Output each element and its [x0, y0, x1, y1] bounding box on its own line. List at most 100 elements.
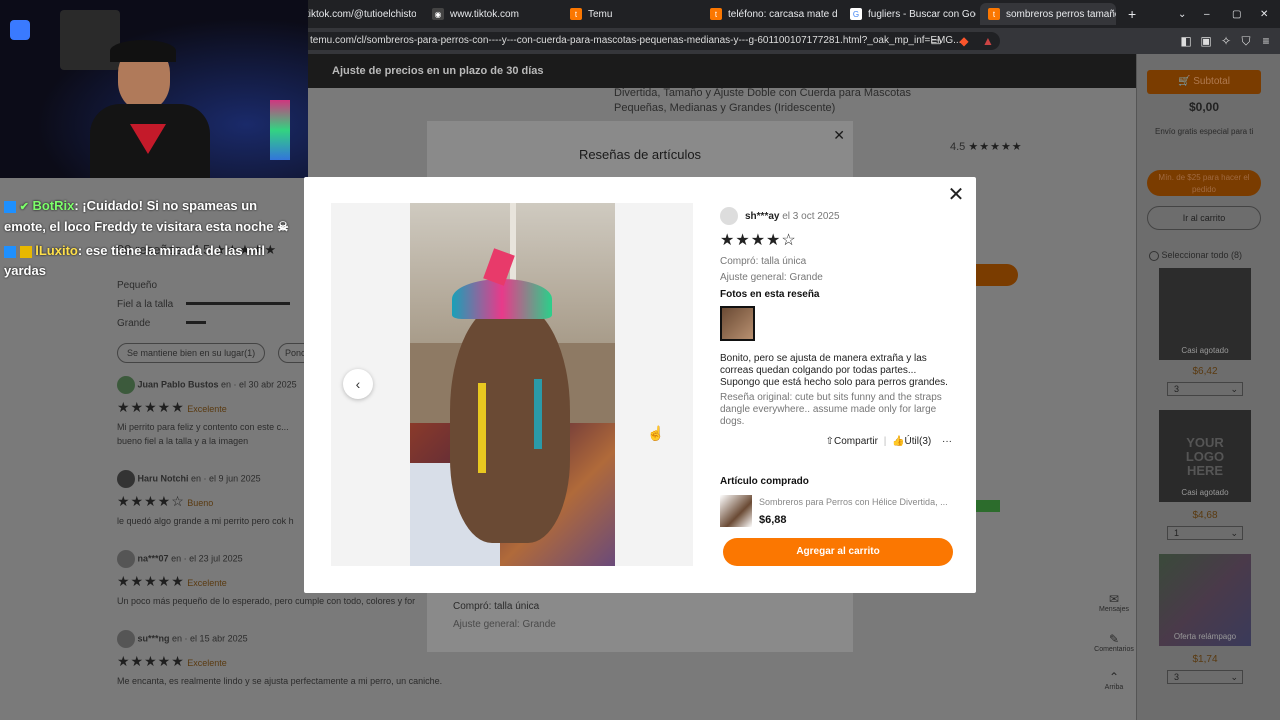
bought-variant: Compró: talla única: [720, 256, 807, 267]
review-item: Haru Notchi en · el 9 jun 2025 ★★★★☆ Bue…: [117, 470, 307, 528]
chat-icon: ✉: [1108, 592, 1120, 606]
fit-small: Pequeño: [117, 280, 158, 291]
back-to-top-button[interactable]: ⌃ Arriba: [1094, 670, 1134, 691]
more-options-icon[interactable]: ···: [942, 436, 952, 447]
review-photo[interactable]: [410, 203, 615, 566]
chevron-down-icon: ⌄: [1230, 528, 1238, 538]
photo-thumbnail[interactable]: [720, 306, 755, 341]
filter-chip[interactable]: Se mantiene bien en su lugar(1): [117, 343, 266, 363]
close-icon[interactable]: ✕: [946, 185, 966, 205]
review-stars: ★★★★☆: [720, 232, 797, 249]
photo-viewer: ‹: [331, 203, 693, 566]
verified-icon: ✔: [19, 201, 29, 213]
tab-label: sombreros perros tamaño: [1006, 8, 1116, 20]
close-window-icon[interactable]: ✕: [1252, 3, 1270, 25]
subtotal-button[interactable]: 🛒 Subtotal: [1147, 70, 1261, 94]
reviewer-row: sh***ay el 3 oct 2025: [720, 207, 952, 225]
sidebar-icon[interactable]: ◧: [1178, 33, 1194, 49]
photo-strap: [478, 383, 486, 473]
photo-strap: [534, 379, 542, 449]
product-rating: 4.5 ★★★★★: [950, 141, 1023, 153]
cart-amount: $0,00: [1188, 100, 1220, 114]
flash-sale-badge: Oferta relámpago: [1173, 632, 1237, 641]
tab-telefono[interactable]: t teléfono: carcasa mate divertida: [702, 3, 838, 25]
maximize-icon[interactable]: ▢: [1224, 3, 1242, 25]
thumbs-up-icon: 👍: [892, 436, 905, 447]
messages-button[interactable]: ✉ Mensajes: [1094, 592, 1134, 613]
review-item: Juan Pablo Bustos en · el 30 abr 2025 ★★…: [117, 376, 307, 448]
chevron-down-icon[interactable]: ⌄: [1170, 3, 1188, 25]
tab-tiktok-profile[interactable]: tiktok.com/@tutioelchistoso/v: [298, 3, 416, 25]
tab-label: www.tiktok.com: [450, 8, 519, 20]
comments-button[interactable]: ✎ Comentarios: [1094, 632, 1134, 653]
brave-shield-icon[interactable]: ◆: [956, 33, 972, 49]
vpn-icon[interactable]: ⛉: [1238, 33, 1254, 49]
photos-label: Fotos en esta reseña: [720, 289, 820, 300]
min-order-note: Mín. de $25 para hacer el pedido: [1147, 170, 1261, 196]
tab-label: fugliers - Buscar con Google: [868, 8, 976, 20]
chevron-down-icon: ⌄: [1230, 384, 1238, 394]
fit-large: Grande: [117, 318, 151, 329]
review-detail: sh***ay el 3 oct 2025 ★★★★☆ Compró: tall…: [720, 207, 952, 447]
purchased-product-image[interactable]: [720, 495, 752, 527]
edit-icon: ✎: [1108, 632, 1120, 646]
prev-photo-button[interactable]: ‹: [343, 369, 373, 399]
tab-label: teléfono: carcasa mate divertida: [728, 8, 838, 20]
url-field[interactable]: temu.com/cl/sombreros-para-perros-con---…: [300, 32, 1000, 50]
go-cart-button[interactable]: Ir al carrito: [1147, 206, 1261, 230]
overall-fit: Ajuste general: Grande: [720, 272, 823, 283]
tab-sombreros[interactable]: tsombreros perros tamaño✕: [980, 3, 1116, 25]
cart-icon: 🛒: [1178, 76, 1191, 87]
temu-icon: t: [570, 8, 582, 20]
leo-icon[interactable]: ✧: [1218, 33, 1234, 49]
select-all[interactable]: Seleccionar todo (8): [1149, 250, 1242, 261]
tab-temu[interactable]: t Temu: [562, 3, 700, 25]
review-date: el 3 oct 2025: [782, 210, 840, 222]
purchased-product-name[interactable]: Sombreros para Perros con Hélice Diverti…: [759, 497, 955, 507]
cart-item-price: $4,68: [1192, 510, 1218, 521]
chat-message: lLuxito: ese tiene la mirada de las mil …: [0, 241, 300, 281]
skull-icon: ☠: [277, 219, 289, 234]
rgb-light: [270, 100, 290, 160]
wallet-icon[interactable]: ▣: [1198, 33, 1214, 49]
hand-cursor-icon: ☝: [647, 425, 665, 441]
temu-icon: t: [710, 8, 722, 20]
add-to-cart-button[interactable]: Agregar al carrito: [723, 538, 953, 566]
fit-info: Ajuste general: Grande: [453, 619, 556, 630]
quantity-select[interactable]: 3 ⌄: [1167, 382, 1243, 396]
tab-google[interactable]: Gfugliers - Buscar con Google: [842, 3, 976, 25]
cast-icon[interactable]: ▭: [928, 33, 944, 49]
chevron-down-icon: ⌄: [1230, 672, 1238, 682]
purchased-product-price: $6,88: [759, 514, 787, 526]
free-ship-note: Envío gratis especial para ti: [1155, 127, 1254, 136]
avatar: [720, 207, 738, 225]
reviewer-name: sh***ay: [745, 210, 780, 222]
stock-badge: Casi agotado: [1181, 346, 1229, 355]
share-button[interactable]: ⇧Compartir: [826, 436, 878, 447]
webcam-overlay: [0, 0, 308, 178]
new-tab-button[interactable]: +: [1120, 3, 1140, 25]
fit-true: Fiel a la talla: [117, 299, 174, 310]
share-icon: ⇧: [825, 436, 835, 447]
useful-button[interactable]: 👍Útil(3): [892, 436, 931, 447]
cart-item-price: $1,74: [1192, 654, 1218, 665]
badge-dim: [976, 500, 1000, 512]
tab-tiktok[interactable]: ◉ www.tiktok.com: [424, 3, 558, 25]
cart-sidebar: 🛒 Subtotal $0,00 Envío gratis especial p…: [1136, 54, 1280, 720]
minimize-icon[interactable]: –: [1196, 3, 1214, 25]
close-icon[interactable]: ✕: [833, 127, 845, 144]
stream-chat: ✔ BotRix: ¡Cuidado! Si no spameas un emo…: [0, 192, 300, 281]
chevron-up-icon: ⌃: [1108, 670, 1120, 684]
product-title: Divertida, Tamaño y Ajuste Doble con Cue…: [614, 87, 911, 114]
reviews-dialog-title: Reseñas de artículos: [578, 147, 702, 162]
prime-badge-icon: [4, 245, 16, 258]
rewards-icon[interactable]: ▲: [980, 33, 996, 49]
cart-item-price: $6,42: [1192, 366, 1218, 377]
price-adjust-banner: Ajuste de precios en un plazo de 30 días: [300, 54, 1136, 88]
tab-label: tiktok.com/@tutioelchistoso/v: [306, 8, 416, 20]
quantity-select[interactable]: 3 ⌄: [1167, 670, 1243, 684]
quantity-select[interactable]: 1 ⌄: [1167, 526, 1243, 540]
menu-icon[interactable]: ≡: [1258, 33, 1274, 49]
chat-message: ✔ BotRix: ¡Cuidado! Si no spameas un emo…: [0, 192, 300, 241]
fit-bar: [186, 321, 206, 324]
